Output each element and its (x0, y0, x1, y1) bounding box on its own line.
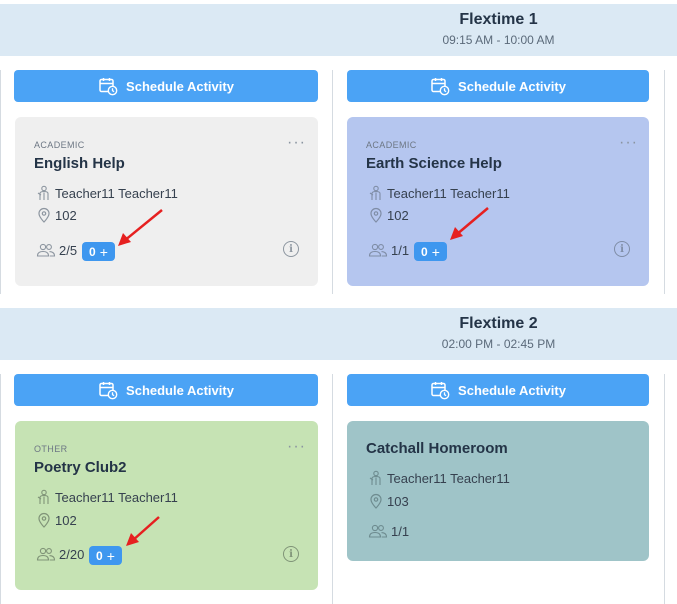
activity-category: OTHER (34, 444, 68, 454)
people-icon (368, 243, 388, 257)
teacher-name: Teacher11 Teacher11 (387, 470, 510, 486)
waitlist-count: 0 (89, 244, 96, 259)
calendar-clock-icon (99, 78, 118, 96)
activity-name: Catchall Homeroom (366, 440, 508, 457)
column-divider (332, 374, 333, 604)
activity-name: English Help (34, 155, 125, 172)
people-icon (36, 243, 56, 257)
column-divider (0, 374, 1, 604)
info-icon[interactable]: i (283, 241, 299, 257)
location-pin-icon (370, 207, 382, 223)
teacher-name: Teacher11 Teacher11 (55, 489, 178, 505)
enrollment-row: 1/1 (368, 242, 409, 258)
column-divider (664, 374, 665, 604)
activity-name: Earth Science Help (366, 155, 502, 172)
teacher-icon (369, 185, 381, 200)
schedule-activity-label: Schedule Activity (458, 382, 566, 398)
room-number: 102 (387, 207, 409, 223)
teacher-icon (37, 489, 49, 504)
waitlist-count: 0 (96, 548, 103, 563)
teacher-row: Teacher11 Teacher11 (36, 185, 178, 201)
waitlist-add-button[interactable]: 0 + (82, 242, 115, 261)
enrollment-row: 2/20 (36, 546, 84, 562)
enrollment-count: 2/5 (59, 242, 78, 258)
enrollment-count: 2/20 (59, 546, 85, 562)
location-pin-icon (38, 512, 50, 528)
room-number: 102 (55, 207, 77, 223)
room-row: 102 (36, 512, 77, 528)
info-icon[interactable]: i (283, 546, 299, 562)
room-number: 103 (387, 493, 409, 509)
schedule-activity-label: Schedule Activity (458, 78, 566, 94)
activity-category: ACADEMIC (366, 140, 417, 150)
room-row: 103 (368, 493, 409, 509)
location-pin-icon (370, 493, 382, 509)
more-dots-icon[interactable]: ··· (619, 135, 638, 151)
plus-icon: + (99, 243, 108, 260)
info-icon[interactable]: i (614, 241, 630, 257)
activity-name: Poetry Club2 (34, 459, 127, 476)
schedule-activity-button[interactable]: Schedule Activity (14, 374, 318, 406)
schedule-activity-button[interactable]: Schedule Activity (14, 70, 318, 102)
waitlist-count: 0 (421, 244, 428, 259)
flextime-title: Flextime 2 (459, 315, 538, 332)
plus-icon: + (106, 547, 115, 564)
teacher-row: Teacher11 Teacher11 (36, 489, 178, 505)
column-divider (664, 70, 665, 294)
calendar-clock-icon (431, 78, 450, 96)
more-dots-icon[interactable]: ··· (287, 135, 306, 151)
waitlist-add-button[interactable]: 0 + (414, 242, 447, 261)
teacher-icon (369, 470, 381, 485)
schedule-activity-label: Schedule Activity (126, 382, 234, 398)
calendar-clock-icon (99, 382, 118, 400)
room-row: 102 (36, 207, 77, 223)
enrollment-row: 1/1 (368, 523, 409, 539)
teacher-row: Teacher11 Teacher11 (368, 470, 510, 486)
flextime-time: 02:00 PM - 02:45 PM (441, 337, 556, 351)
teacher-name: Teacher11 Teacher11 (55, 185, 178, 201)
location-pin-icon (38, 207, 50, 223)
schedule-activity-button[interactable]: Schedule Activity (347, 374, 649, 406)
waitlist-add-button[interactable]: 0 + (89, 546, 122, 565)
teacher-icon (37, 185, 49, 200)
more-dots-icon[interactable]: ··· (287, 439, 306, 455)
column-divider (332, 70, 333, 294)
room-number: 102 (55, 512, 77, 528)
activity-category: ACADEMIC (34, 140, 85, 150)
activity-card-english-help[interactable]: ACADEMIC English Help ··· Teacher11 Teac… (15, 117, 318, 286)
people-icon (368, 524, 388, 538)
teacher-name: Teacher11 Teacher11 (387, 185, 510, 201)
activity-card-poetry-club2[interactable]: OTHER Poetry Club2 ··· Teacher11 Teacher… (15, 421, 318, 590)
flextime-1-header: Flextime 1 09:15 AM - 10:00 AM (0, 4, 677, 56)
enrollment-count: 1/1 (391, 523, 410, 539)
calendar-clock-icon (431, 382, 450, 400)
flextime-title: Flextime 1 (459, 11, 538, 28)
column-divider (0, 70, 1, 294)
people-icon (36, 547, 56, 561)
schedule-activity-button[interactable]: Schedule Activity (347, 70, 649, 102)
plus-icon: + (431, 243, 440, 260)
schedule-activity-label: Schedule Activity (126, 78, 234, 94)
teacher-row: Teacher11 Teacher11 (368, 185, 510, 201)
flextime-2-header: Flextime 2 02:00 PM - 02:45 PM (0, 308, 677, 360)
enrollment-row: 2/5 (36, 242, 77, 258)
room-row: 102 (368, 207, 409, 223)
flextime-time: 09:15 AM - 10:00 AM (442, 33, 555, 47)
activity-card-earth-science-help[interactable]: ACADEMIC Earth Science Help ··· Teacher1… (347, 117, 649, 286)
enrollment-count: 1/1 (391, 242, 410, 258)
activity-card-catchall-homeroom[interactable]: Catchall Homeroom Teacher11 Teacher11 10… (347, 421, 649, 561)
